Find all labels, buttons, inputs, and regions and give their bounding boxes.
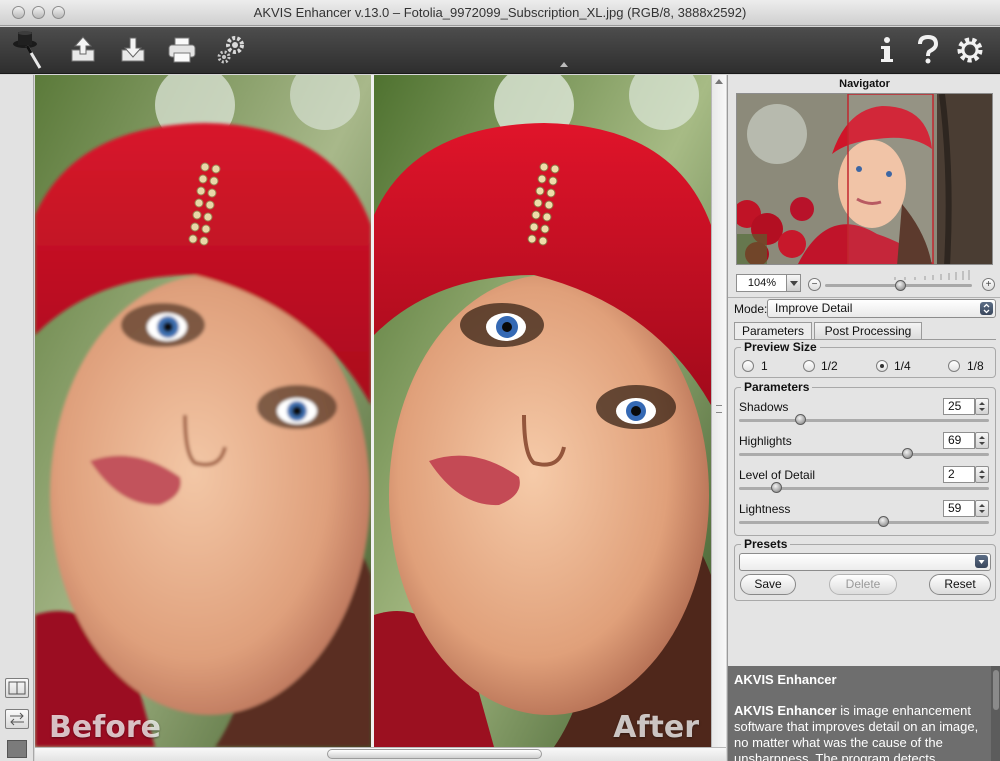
level-of-detail-stepper[interactable] bbox=[975, 466, 989, 483]
scroll-up-arrow-icon[interactable] bbox=[715, 79, 723, 84]
shadows-slider-knob[interactable] bbox=[795, 414, 806, 425]
zoom-value-field[interactable]: 104% bbox=[736, 274, 788, 292]
preview-size-title: Preview Size bbox=[741, 340, 820, 354]
info-scrollbar[interactable] bbox=[991, 666, 1000, 761]
select-arrows-icon bbox=[975, 555, 988, 568]
settings-panel: Navigator 104% − + Mode: Improve Detail … bbox=[727, 75, 1000, 761]
stepper-arrows-icon bbox=[979, 436, 985, 445]
info-scroll-thumb[interactable] bbox=[993, 670, 999, 710]
after-caption: After bbox=[613, 710, 699, 745]
info-panel: AKVIS Enhancer AKVIS Enhancer is image e… bbox=[728, 666, 1000, 761]
settings-gear-icon[interactable] bbox=[953, 33, 987, 67]
navigator-title: Navigator bbox=[839, 78, 890, 90]
lightness-label: Lightness bbox=[739, 502, 791, 516]
split-view-icon[interactable] bbox=[5, 678, 29, 698]
reset-button[interactable]: Reset bbox=[929, 574, 991, 595]
highlights-value-field[interactable]: 69 bbox=[943, 432, 975, 449]
presets-title: Presets bbox=[741, 537, 791, 551]
mode-select[interactable]: Improve Detail bbox=[767, 299, 996, 318]
shadows-label: Shadows bbox=[739, 400, 789, 414]
shadows-stepper[interactable] bbox=[975, 398, 989, 415]
help-icon[interactable] bbox=[911, 33, 945, 67]
batch-gears-icon[interactable] bbox=[214, 33, 248, 67]
horizontal-scroll-thumb[interactable] bbox=[327, 749, 542, 759]
lightness-slider[interactable] bbox=[739, 521, 989, 524]
highlights-label: Highlights bbox=[739, 434, 792, 448]
stepper-arrows-icon bbox=[979, 504, 985, 513]
info-text-bold: AKVIS Enhancer bbox=[734, 703, 837, 718]
tab-post-processing[interactable]: Post Processing bbox=[814, 322, 922, 340]
before-caption: Before bbox=[49, 710, 162, 745]
background-color-swatch[interactable] bbox=[7, 740, 27, 758]
app-logo-icon[interactable] bbox=[8, 29, 46, 71]
level-of-detail-label: Level of Detail bbox=[739, 468, 816, 482]
collapse-toolbar-icon[interactable] bbox=[560, 62, 568, 67]
highlights-slider[interactable] bbox=[739, 453, 989, 456]
preview-size-quarter-radio[interactable] bbox=[876, 360, 888, 372]
delete-preset-button[interactable]: Delete bbox=[829, 574, 897, 595]
mode-label: Mode: bbox=[734, 302, 768, 316]
info-icon[interactable] bbox=[870, 33, 904, 67]
lightness-slider-knob[interactable] bbox=[877, 516, 889, 527]
save-preset-button[interactable]: Save bbox=[740, 574, 796, 595]
save-download-icon[interactable] bbox=[116, 33, 150, 67]
stepper-arrows-icon bbox=[979, 402, 985, 411]
window-titlebar: AKVIS Enhancer v.13.0 – Fotolia_9972099_… bbox=[0, 0, 1000, 26]
stepper-arrows-icon bbox=[979, 470, 985, 479]
info-title: AKVIS Enhancer bbox=[734, 672, 837, 687]
lightness-value-field[interactable]: 59 bbox=[943, 500, 975, 517]
zoom-in-icon[interactable]: + bbox=[982, 278, 995, 291]
zoom-slider-ticks bbox=[894, 270, 970, 280]
after-photo bbox=[374, 75, 711, 747]
open-upload-icon[interactable] bbox=[66, 33, 100, 67]
view-mode-strip bbox=[0, 75, 34, 761]
tab-parameters[interactable]: Parameters bbox=[734, 322, 812, 340]
scroll-thumb-grip[interactable] bbox=[716, 405, 722, 413]
mode-select-value: Improve Detail bbox=[775, 301, 853, 315]
highlights-stepper[interactable] bbox=[975, 432, 989, 449]
chevron-down-icon bbox=[790, 281, 798, 286]
preview-size-half-label: 1/2 bbox=[821, 359, 838, 373]
level-of-detail-value-field[interactable]: 2 bbox=[943, 466, 975, 483]
print-icon[interactable] bbox=[165, 33, 199, 67]
preview-size-eighth-label: 1/8 bbox=[967, 359, 984, 373]
shadows-slider[interactable] bbox=[739, 419, 989, 422]
lightness-stepper[interactable] bbox=[975, 500, 989, 517]
swap-view-icon[interactable] bbox=[5, 709, 29, 729]
horizontal-scrollbar[interactable] bbox=[35, 747, 726, 761]
select-arrows-icon bbox=[980, 302, 993, 315]
before-image-pane[interactable]: Before bbox=[35, 75, 371, 747]
preview-size-eighth-radio[interactable] bbox=[948, 360, 960, 372]
preview-size-1-label: 1 bbox=[761, 359, 768, 373]
zoom-out-icon[interactable]: − bbox=[808, 278, 821, 291]
preview-size-group: Preview Size 1 1/2 1/4 1/8 bbox=[734, 340, 996, 378]
divider bbox=[728, 297, 1000, 298]
navigator-thumbnail[interactable] bbox=[736, 93, 993, 265]
before-photo bbox=[35, 75, 371, 747]
image-viewer[interactable]: Before After bbox=[35, 75, 711, 747]
zoom-slider-knob[interactable] bbox=[895, 280, 906, 291]
preview-size-quarter-label: 1/4 bbox=[894, 359, 911, 373]
info-text: AKVIS Enhancer is image enhancement soft… bbox=[734, 703, 989, 761]
preview-size-1-radio[interactable] bbox=[742, 360, 754, 372]
parameters-title: Parameters bbox=[741, 380, 813, 394]
presets-select[interactable] bbox=[739, 553, 991, 571]
shadows-value-field[interactable]: 25 bbox=[943, 398, 975, 415]
main-toolbar bbox=[0, 27, 1000, 74]
after-image-pane[interactable]: After bbox=[374, 75, 711, 747]
preview-size-half-radio[interactable] bbox=[803, 360, 815, 372]
window-title: AKVIS Enhancer v.13.0 – Fotolia_9972099_… bbox=[253, 5, 747, 20]
vertical-scrollbar[interactable] bbox=[711, 75, 726, 747]
level-of-detail-slider-knob[interactable] bbox=[770, 482, 782, 493]
zoom-dropdown-button[interactable] bbox=[786, 274, 801, 292]
